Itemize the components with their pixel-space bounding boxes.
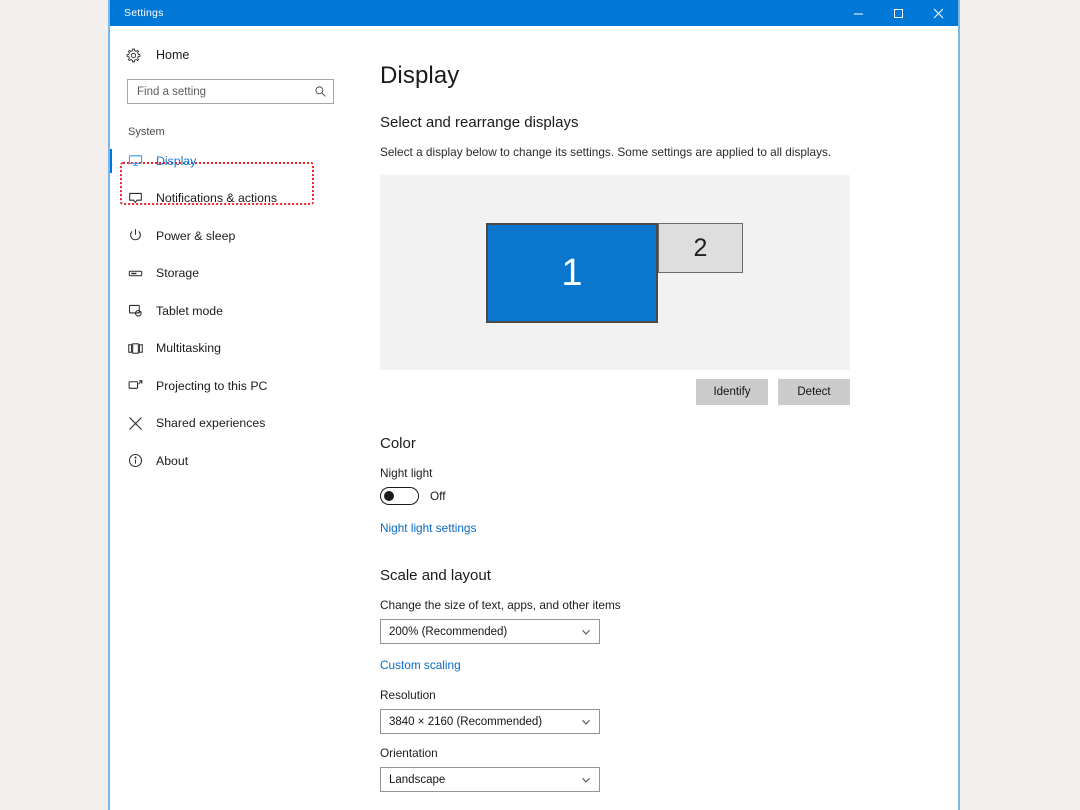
identify-button[interactable]: Identify — [696, 379, 768, 405]
section-heading-arrange: Select and rearrange displays — [380, 114, 958, 131]
minimize-button[interactable] — [838, 0, 878, 26]
night-light-settings-link[interactable]: Night light settings — [380, 521, 476, 535]
shared-experiences-icon — [128, 416, 150, 431]
maximize-button[interactable] — [878, 0, 918, 26]
section-heading-color: Color — [380, 435, 958, 452]
projecting-icon — [128, 378, 150, 393]
tablet-icon — [128, 303, 150, 318]
chevron-down-icon — [573, 716, 599, 728]
color-section: Color Night light Off Night light settin… — [380, 435, 958, 537]
info-icon — [128, 453, 150, 468]
toggle-knob — [384, 491, 394, 501]
sidebar-item-about[interactable]: About — [110, 442, 350, 480]
sidebar-item-about-label: About — [156, 454, 188, 468]
sidebar-group-label: System — [110, 126, 350, 138]
sidebar-item-multitasking[interactable]: Multitasking — [110, 330, 350, 368]
sidebar-item-shared-experiences[interactable]: Shared experiences — [110, 405, 350, 443]
resolution-value: 3840 × 2160 (Recommended) — [381, 716, 573, 728]
night-light-toggle-row: Off — [380, 487, 958, 505]
orientation-dropdown[interactable]: Landscape — [380, 767, 600, 792]
scale-size-dropdown[interactable]: 200% (Recommended) — [380, 619, 600, 644]
chevron-down-icon — [573, 626, 599, 638]
resolution-label: Resolution — [380, 688, 958, 702]
sidebar: Home Find a setting System — [110, 26, 350, 810]
chevron-down-icon — [573, 774, 599, 786]
multitasking-icon — [128, 341, 150, 356]
main-content: Display Select and rearrange displays Se… — [350, 26, 958, 810]
sidebar-item-tablet-mode-label: Tablet mode — [156, 304, 223, 318]
sidebar-item-power-sleep-label: Power & sleep — [156, 229, 235, 243]
storage-icon — [128, 266, 150, 281]
monitor-icon — [128, 153, 150, 168]
monitor-2[interactable]: 2 — [658, 223, 743, 273]
sidebar-item-home-label: Home — [156, 48, 189, 62]
arrange-button-row: Identify Detect — [380, 379, 850, 405]
custom-scaling-link[interactable]: Custom scaling — [380, 658, 461, 672]
resolution-dropdown[interactable]: 3840 × 2160 (Recommended) — [380, 709, 600, 734]
sidebar-nav: Display Notifications & actions — [110, 142, 350, 480]
search-input[interactable]: Find a setting — [128, 86, 307, 98]
sidebar-item-display[interactable]: Display — [110, 142, 350, 180]
night-light-toggle[interactable] — [380, 487, 419, 505]
arrange-description: Select a display below to change its set… — [380, 145, 958, 159]
sidebar-item-storage[interactable]: Storage — [110, 255, 350, 293]
scale-size-label: Change the size of text, apps, and other… — [380, 598, 958, 612]
sidebar-item-projecting-to-this-pc-label: Projecting to this PC — [156, 379, 267, 393]
page-root: Settings — [0, 0, 1080, 810]
close-button[interactable] — [918, 0, 958, 26]
sidebar-item-multitasking-label: Multitasking — [156, 341, 221, 355]
power-icon — [128, 228, 150, 243]
window-title: Settings — [124, 7, 164, 19]
gear-icon — [126, 48, 148, 63]
sidebar-item-notifications-actions[interactable]: Notifications & actions — [110, 180, 350, 218]
night-light-state: Off — [430, 489, 446, 503]
sidebar-item-notifications-actions-label: Notifications & actions — [156, 191, 277, 205]
page-title: Display — [380, 62, 958, 90]
search-box[interactable]: Find a setting — [127, 79, 334, 104]
window-controls — [838, 0, 958, 26]
monitor-1[interactable]: 1 — [486, 223, 658, 323]
sidebar-item-tablet-mode[interactable]: Tablet mode — [110, 292, 350, 330]
sidebar-item-storage-label: Storage — [156, 266, 199, 280]
section-heading-scale-layout: Scale and layout — [380, 567, 958, 584]
window-body: Home Find a setting System — [110, 26, 958, 810]
sidebar-item-home[interactable]: Home — [110, 40, 350, 70]
sidebar-item-display-label: Display — [156, 154, 196, 168]
scale-size-value: 200% (Recommended) — [381, 626, 573, 638]
sidebar-item-projecting-to-this-pc[interactable]: Projecting to this PC — [110, 367, 350, 405]
search-icon[interactable] — [307, 85, 333, 98]
orientation-label: Orientation — [380, 746, 958, 760]
orientation-value: Landscape — [381, 774, 573, 786]
settings-window: Settings — [108, 0, 960, 810]
scale-layout-section: Scale and layout Change the size of text… — [380, 567, 958, 792]
detect-button[interactable]: Detect — [778, 379, 850, 405]
notification-icon — [128, 191, 150, 206]
night-light-label: Night light — [380, 466, 958, 480]
title-bar[interactable]: Settings — [110, 0, 958, 26]
sidebar-item-shared-experiences-label: Shared experiences — [156, 416, 265, 430]
display-arrangement-canvas[interactable]: 1 2 — [380, 175, 850, 370]
sidebar-item-power-sleep[interactable]: Power & sleep — [110, 217, 350, 255]
